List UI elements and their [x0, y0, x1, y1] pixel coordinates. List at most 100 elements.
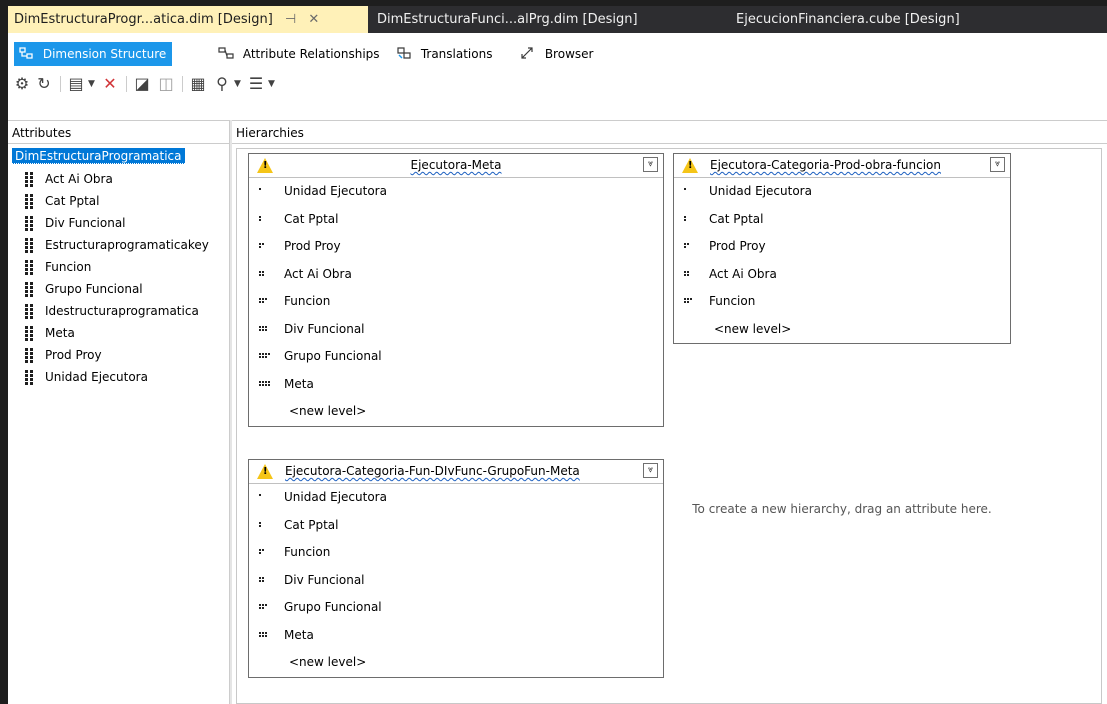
tab-label: DimEstructuraFunci...alPrg.dim [Design] [377, 12, 638, 27]
level-icon [259, 604, 275, 612]
attribute-item[interactable]: Prod Proy [8, 344, 229, 366]
tab-dimestructuraprogramatica[interactable]: DimEstructuraProgr...atica.dim [Design] … [8, 6, 368, 33]
tab-browser[interactable]: Browser [516, 42, 599, 66]
chevron-down-icon[interactable]: ▼ [234, 74, 241, 94]
level-icon [259, 270, 275, 279]
hierarchy-title[interactable]: Ejecutora-Categoria-Prod-obra-funcion [710, 158, 941, 173]
collapse-icon[interactable]: ⩔ [643, 463, 658, 478]
hierarchy-level[interactable]: Unidad Ejecutora [674, 178, 1010, 206]
new-level-placeholder[interactable]: <new level> [249, 649, 663, 677]
attribute-item[interactable]: Meta [8, 322, 229, 344]
level-label: Funcion [284, 545, 331, 559]
pin-icon[interactable]: ⊣ [285, 6, 296, 33]
level-icon [259, 325, 275, 334]
attribute-item[interactable]: Act Ai Obra [8, 168, 229, 190]
hierarchy-level[interactable]: Funcion [249, 288, 663, 316]
hierarchy-level[interactable]: Prod Proy [249, 233, 663, 261]
refresh-icon[interactable]: ↻ [34, 74, 54, 94]
dimension-structure-icon [19, 47, 33, 59]
hierarchy-box[interactable]: Ejecutora-Categoria-Fun-DIvFunc-GrupoFun… [248, 459, 664, 678]
warning-icon[interactable] [682, 158, 698, 173]
attribute-label: Act Ai Obra [45, 172, 113, 186]
tab-label: Browser [544, 47, 594, 61]
hierarchy-title[interactable]: Ejecutora-Categoria-Fun-DIvFunc-GrupoFun… [285, 464, 580, 479]
hierarchy-level[interactable]: Act Ai Obra [249, 261, 663, 289]
process-icon[interactable]: ⚙ [12, 74, 32, 94]
level-icon [684, 188, 700, 196]
attribute-icon [22, 259, 36, 275]
dimension-root[interactable]: DimEstructuraProgramatica [12, 148, 185, 164]
tab-label: Attribute Relationships [242, 47, 380, 61]
toolbar-divider [60, 76, 61, 92]
hierarchy-level[interactable]: Funcion [674, 288, 1010, 316]
level-icon [684, 298, 700, 306]
attribute-item[interactable]: Idestructuraprogramatica [8, 300, 229, 322]
hierarchy-level[interactable]: Meta [249, 371, 663, 399]
hierarchy-box[interactable]: Ejecutora-Meta⩔ Unidad Ejecutora Cat Pptal… [248, 153, 664, 427]
level-label: Prod Proy [284, 239, 341, 253]
collapse-icon[interactable]: ⩔ [990, 157, 1005, 172]
hierarchy-level[interactable]: Grupo Funcional [249, 343, 663, 371]
level-icon [684, 215, 700, 224]
edit-query-icon[interactable]: ◫ [156, 74, 176, 94]
chevron-down-icon[interactable]: ▼ [268, 74, 275, 94]
hierarchy-level[interactable]: Act Ai Obra [674, 261, 1010, 289]
level-icon [259, 353, 275, 361]
level-label: Grupo Funcional [284, 349, 382, 363]
level-label: Unidad Ejecutora [284, 490, 387, 504]
hierarchy-level[interactable]: Funcion [249, 539, 663, 567]
attribute-label: Idestructuraprogramatica [45, 304, 199, 318]
attribute-item[interactable]: Div Funcional [8, 212, 229, 234]
attribute-label: Prod Proy [45, 348, 102, 362]
tab-attribute-relationships[interactable]: Attribute Relationships [214, 42, 386, 66]
warning-icon[interactable] [257, 464, 273, 479]
hierarchy-level[interactable]: Cat Pptal [249, 206, 663, 234]
attribute-item[interactable]: Cat Pptal [8, 190, 229, 212]
attribute-icon [22, 215, 36, 231]
attribute-item[interactable]: Estructuraprogramaticakey [8, 234, 229, 256]
level-label: Grupo Funcional [284, 600, 382, 614]
new-level-placeholder[interactable]: <new level> [249, 398, 663, 426]
hierarchy-box[interactable]: Ejecutora-Categoria-Prod-obra-funcion ⩔ Un… [673, 153, 1011, 344]
hierarchy-level[interactable]: Meta [249, 622, 663, 650]
zoom-icon[interactable]: ⚲ [212, 74, 232, 94]
tab-dimension-structure[interactable]: Dimension Structure [14, 42, 173, 66]
hierarchies-canvas[interactable]: To create a new hierarchy, drag an attri… [236, 148, 1102, 704]
hierarchy-header[interactable]: Ejecutora-Categoria-Prod-obra-funcion ⩔ [674, 154, 1010, 178]
tab-translations[interactable]: Translations [392, 42, 498, 66]
hierarchy-header[interactable]: Ejecutora-Categoria-Fun-DIvFunc-GrupoFun… [249, 460, 663, 484]
delete-icon[interactable]: ✕ [100, 74, 120, 94]
attribute-item[interactable]: Unidad Ejecutora [8, 366, 229, 388]
attribute-item[interactable]: Funcion [8, 256, 229, 278]
chevron-down-icon[interactable]: ▼ [88, 74, 95, 94]
hierarchy-level[interactable]: Prod Proy [674, 233, 1010, 261]
hierarchy-level[interactable]: Cat Pptal [674, 206, 1010, 234]
level-icon [259, 188, 275, 196]
tab-dimestructurafuncional[interactable]: DimEstructuraFunci...alPrg.dim [Design] [371, 6, 691, 33]
close-icon[interactable]: ✕ [308, 6, 319, 33]
new-named-query-icon[interactable]: ◪ [132, 74, 152, 94]
tab-label: DimEstructuraProgr...atica.dim [Design] [14, 12, 273, 27]
key-attribute-icon [22, 237, 36, 253]
browser-icon [521, 47, 533, 59]
show-table-icon[interactable]: ▤ [66, 74, 86, 94]
attribute-item[interactable]: Grupo Funcional [8, 278, 229, 300]
tab-ejecucionfinanciera-cube[interactable]: EjecucionFinanciera.cube [Design] [730, 6, 1030, 33]
hierarchy-level[interactable]: Cat Pptal [249, 512, 663, 540]
toolbar-divider [126, 76, 127, 92]
hierarchy-level[interactable]: Unidad Ejecutora [249, 178, 663, 206]
hierarchy-level[interactable]: Grupo Funcional [249, 594, 663, 622]
level-label: Unidad Ejecutora [709, 184, 812, 198]
explore-data-icon[interactable]: ▦ [188, 74, 208, 94]
tree-root-row: DimEstructuraProgramatica [8, 148, 229, 168]
hierarchy-title[interactable]: Ejecutora-Meta [249, 158, 663, 173]
hierarchy-level[interactable]: Div Funcional [249, 316, 663, 344]
new-level-placeholder[interactable]: <new level> [674, 316, 1010, 344]
attribute-icon [22, 347, 36, 363]
attribute-label: Funcion [45, 260, 92, 274]
hierarchy-header[interactable]: Ejecutora-Meta⩔ [249, 154, 663, 178]
arrange-icon[interactable]: ☰ [246, 74, 266, 94]
hierarchy-level[interactable]: Div Funcional [249, 567, 663, 595]
hierarchy-level[interactable]: Unidad Ejecutora [249, 484, 663, 512]
collapse-icon[interactable]: ⩔ [643, 157, 658, 172]
